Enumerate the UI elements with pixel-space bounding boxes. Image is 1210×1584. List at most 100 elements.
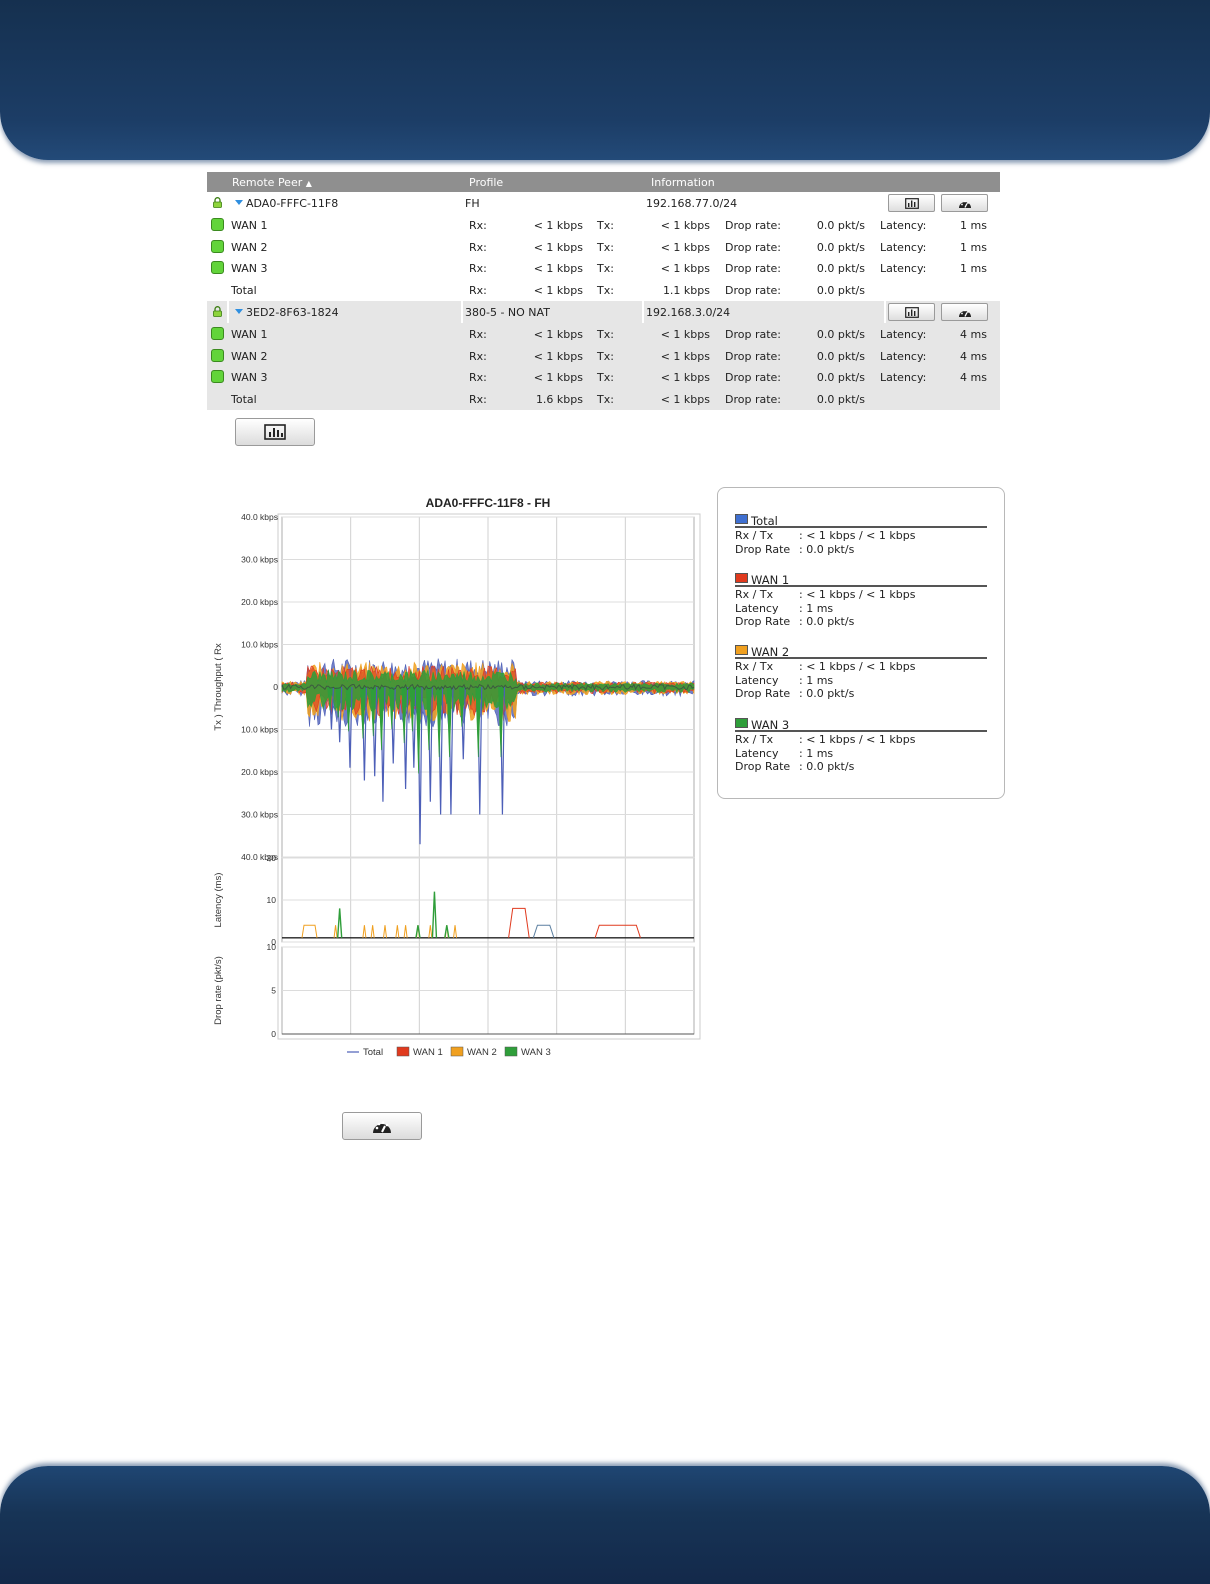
info-value: : 0.0 pkt/s bbox=[799, 760, 855, 774]
peer-row[interactable]: ADA0-FFFC-11F8 FH 192.168.77.0/24 bbox=[207, 192, 1000, 214]
drop-rate-label: Drop rate: bbox=[725, 349, 782, 363]
y-axis-label: Latency (ms) bbox=[213, 873, 224, 928]
info-section-title: WAN 2 bbox=[751, 645, 790, 659]
header-banner bbox=[0, 0, 1210, 160]
rx-label: Rx: bbox=[469, 284, 487, 298]
rx-label: Rx: bbox=[469, 327, 487, 341]
wan-row[interactable]: WAN 3 Rx: < 1 kbps Tx: < 1 kbps Drop rate: 0.… bbox=[207, 257, 1000, 280]
drop-rate-label: Drop rate: bbox=[725, 262, 782, 276]
drop-rate-label: Drop rate: bbox=[725, 240, 782, 254]
info-value: : 1 ms bbox=[799, 601, 834, 615]
lock-icon bbox=[213, 306, 222, 317]
legend-label: Total bbox=[363, 1047, 383, 1058]
tx-label: Tx: bbox=[597, 371, 614, 385]
legend-swatch bbox=[735, 645, 748, 655]
throughput-chart: 40.0 kbps 30.0 kbps 20.0 kbps 10.0 kbps 0 10.… bbox=[213, 496, 701, 1058]
y-tick-label: 30.0 kbps bbox=[241, 555, 278, 565]
rx-label: Rx: bbox=[469, 349, 487, 363]
wan-row[interactable]: WAN 1 Rx: < 1 kbps Tx: < 1 kbps Drop rate: 0.… bbox=[207, 213, 1000, 236]
legend-swatch bbox=[735, 514, 748, 524]
tx-label: Tx: bbox=[597, 218, 614, 232]
rx-value: < 1 kbps bbox=[533, 349, 583, 363]
wan-row[interactable]: WAN 1 Rx: < 1 kbps Tx: < 1 kbps Drop rate: 0.… bbox=[207, 322, 1000, 345]
peer-row[interactable]: 3ED2-8F63-1824 380-5 - NO NAT 192.168.3.… bbox=[207, 300, 1000, 323]
wan-row[interactable]: WAN 2 Rx: < 1 kbps Tx: < 1 kbps Drop rate: 0.… bbox=[207, 235, 1000, 258]
latency-label: Latency: bbox=[880, 349, 927, 363]
drop-rate-value: 0.0 pkt/s bbox=[816, 218, 865, 232]
speedometer-icon bbox=[373, 1121, 391, 1133]
latency-value: 1 ms bbox=[960, 218, 987, 232]
lock-icon bbox=[213, 197, 222, 208]
info-value: : < 1 kbps / < 1 kbps bbox=[799, 733, 916, 746]
rx-value: < 1 kbps bbox=[533, 240, 583, 254]
info-value: : 0.0 pkt/s bbox=[799, 687, 855, 701]
speedometer-button-example[interactable] bbox=[342, 1112, 422, 1140]
speedometer-button[interactable] bbox=[941, 302, 988, 321]
total-row: Total Rx: < 1 kbps Tx: 1.1 kbps Drop rate: 0.… bbox=[207, 279, 1000, 301]
col-information[interactable]: Information bbox=[651, 176, 715, 189]
y-tick-label: 0 bbox=[273, 682, 278, 692]
info-value: : 1 ms bbox=[799, 746, 834, 760]
legend-label: WAN 2 bbox=[467, 1047, 497, 1058]
legend-label: WAN 3 bbox=[521, 1047, 551, 1058]
table-body: ADA0-FFFC-11F8 FH 192.168.77.0/24 WAN 1 … bbox=[207, 192, 1000, 410]
info-key: Latency bbox=[735, 746, 779, 760]
drop-rate-value: 0.0 pkt/s bbox=[816, 393, 865, 407]
info-value: : < 1 kbps / < 1 kbps bbox=[799, 660, 916, 673]
chart-button[interactable] bbox=[888, 194, 935, 212]
rx-value: < 1 kbps bbox=[533, 262, 583, 276]
chart-title: ADA0-FFFC-11F8 - FH bbox=[426, 496, 551, 510]
info-section-title: Total bbox=[751, 514, 778, 528]
tx-value: < 1 kbps bbox=[660, 349, 710, 363]
latency-value: 4 ms bbox=[960, 349, 987, 363]
drop-rate-value: 0.0 pkt/s bbox=[816, 327, 865, 341]
peer-profile: 380-5 - NO NAT bbox=[465, 305, 550, 319]
legend-swatch bbox=[735, 573, 748, 583]
wan-row[interactable]: WAN 2 Rx: < 1 kbps Tx: < 1 kbps Drop rate: 0.… bbox=[207, 344, 1000, 367]
chart-button-example[interactable] bbox=[235, 418, 315, 446]
col-remote-peer[interactable]: Remote Peer ▲ bbox=[232, 176, 312, 189]
bar-chart-icon bbox=[905, 198, 919, 209]
y-tick-label: 10 bbox=[267, 942, 277, 952]
status-indicator-icon bbox=[211, 239, 224, 253]
latency-value: 4 ms bbox=[960, 327, 987, 341]
y-axis-label: Tx ) Throughput ( Rx bbox=[213, 643, 224, 731]
peer-name: ADA0-FFFC-11F8 bbox=[246, 197, 339, 210]
info-section: Total Rx / Tx: < 1 kbps / < 1 kbps Drop Ra… bbox=[735, 513, 987, 556]
info-value: : 0.0 pkt/s bbox=[799, 542, 855, 556]
rx-value: < 1 kbps bbox=[533, 327, 583, 341]
expand-triangle-icon[interactable] bbox=[235, 308, 243, 314]
drop-rate-label: Drop rate: bbox=[725, 393, 782, 407]
info-key: Drop Rate bbox=[735, 760, 791, 774]
legend-swatch bbox=[735, 718, 748, 728]
status-indicator-icon bbox=[211, 217, 224, 231]
tx-label: Tx: bbox=[597, 393, 614, 407]
tx-label: Tx: bbox=[597, 349, 614, 363]
info-value: : < 1 kbps / < 1 kbps bbox=[799, 529, 916, 542]
info-key: Rx / Tx bbox=[735, 660, 774, 673]
legend-label: WAN 1 bbox=[413, 1047, 443, 1058]
drop-rate-label: Drop rate: bbox=[725, 218, 782, 232]
y-tick-label: 20 bbox=[267, 853, 277, 863]
expand-triangle-icon[interactable] bbox=[235, 200, 243, 205]
wan-name: WAN 3 bbox=[231, 371, 268, 385]
rx-label: Rx: bbox=[469, 393, 487, 407]
chart-button[interactable] bbox=[888, 302, 935, 321]
info-value: : 0.0 pkt/s bbox=[799, 615, 855, 629]
tx-value: < 1 kbps bbox=[660, 262, 710, 276]
drop-rate-value: 0.0 pkt/s bbox=[816, 371, 865, 385]
total-label: Total bbox=[231, 284, 257, 298]
drop-rate-label: Drop rate: bbox=[725, 284, 782, 298]
tx-label: Tx: bbox=[597, 284, 614, 298]
rx-label: Rx: bbox=[469, 262, 487, 276]
wan-row[interactable]: WAN 3 Rx: < 1 kbps Tx: < 1 kbps Drop rate: 0.… bbox=[207, 366, 1000, 389]
peer-network: 192.168.3.0/24 bbox=[646, 305, 731, 319]
speedometer-button[interactable] bbox=[941, 194, 988, 212]
latency-value: 1 ms bbox=[960, 240, 987, 254]
col-profile[interactable]: Profile bbox=[469, 176, 503, 189]
info-value: : < 1 kbps / < 1 kbps bbox=[799, 588, 916, 601]
info-key: Latency bbox=[735, 673, 779, 687]
rx-label: Rx: bbox=[469, 218, 487, 232]
info-section-title: WAN 1 bbox=[751, 573, 790, 587]
y-tick-label: 10.0 kbps bbox=[241, 640, 278, 650]
